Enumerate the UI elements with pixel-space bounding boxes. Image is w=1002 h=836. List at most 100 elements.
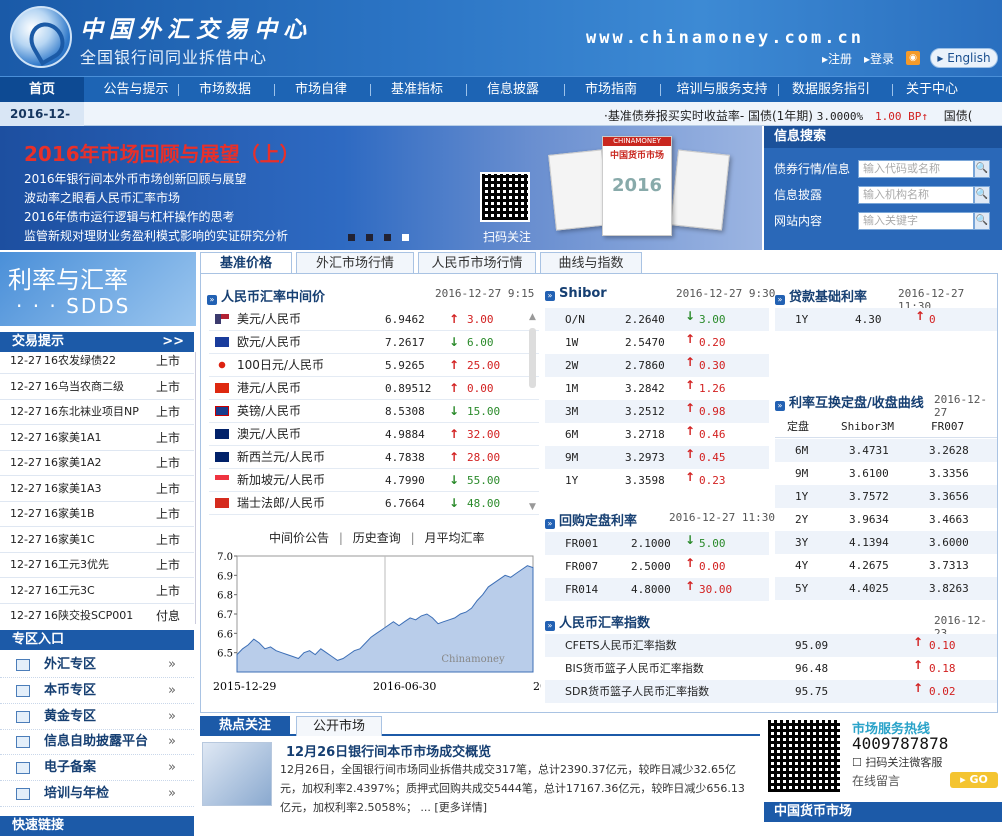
- fx-row[interactable]: 欧元/人民币 7.2617 ↓ 6.00: [209, 331, 539, 354]
- trade-name[interactable]: 16家美1B: [44, 501, 95, 526]
- tab-hot[interactable]: 热点关注: [200, 716, 290, 736]
- nav-self-regulation[interactable]: 市场自律: [286, 77, 356, 103]
- sdds-subtitle[interactable]: · · · SDDS: [16, 294, 130, 318]
- loan-row[interactable]: 1Y 4.30 ↑ 0: [775, 308, 997, 331]
- nav-home[interactable]: 首页: [0, 77, 84, 103]
- promo-banner[interactable]: 2016年市场回顾与展望（上） 2016年银行间本外币市场创新回顾与展望 波动率…: [0, 126, 762, 250]
- trade-more-link[interactable]: >>: [162, 332, 184, 352]
- fx-pair[interactable]: 澳元/人民币: [237, 423, 301, 446]
- tab-curves[interactable]: 曲线与指数: [540, 252, 642, 274]
- swap-table[interactable]: 定盘 Shibor3M FR007 6M 3.4731 3.2628 9M 3.6100 3.3…: [775, 415, 997, 605]
- rmbidx-row[interactable]: BIS货币篮子人民币汇率指数 96.48 ↑ 0.18: [545, 657, 997, 680]
- zone-label[interactable]: 黄金专区: [44, 704, 96, 730]
- pager-dot[interactable]: [366, 234, 373, 241]
- zone-label[interactable]: 信息自助披露平台: [44, 729, 148, 755]
- fx-scrollbar[interactable]: ▲ ▼: [529, 312, 537, 512]
- nav-disclosure[interactable]: 信息披露: [478, 77, 548, 103]
- fx-pair[interactable]: 100日元/人民币: [237, 354, 324, 377]
- news-headline[interactable]: 12月26日银行间本币市场成交概览: [286, 741, 491, 760]
- fx-pair[interactable]: 新西兰元/人民币: [237, 446, 325, 469]
- zone-arrow-icon[interactable]: »: [168, 729, 176, 755]
- shibor-row[interactable]: O/N 2.2640 ↓ 3.00: [545, 308, 769, 331]
- repo-row[interactable]: FR014 4.8000 ↑ 30.00: [545, 578, 769, 601]
- fx-row[interactable]: 港元/人民币 0.89512 ↑ 0.00: [209, 377, 539, 400]
- trade-row[interactable]: 12-27 16工元3优先 上市: [0, 552, 194, 578]
- rmbidx-list[interactable]: CFETS人民币汇率指数 95.09 ↑ 0.10 BIS货币篮子人民币汇率指数 96.4…: [545, 634, 997, 706]
- fx-row[interactable]: 新加坡元/人民币 4.7990 ↓ 55.00: [209, 469, 539, 492]
- shibor-row[interactable]: 1M 3.2842 ↑ 1.26: [545, 377, 769, 400]
- swap-row[interactable]: 9M 3.6100 3.3356: [775, 462, 997, 485]
- search-icon[interactable]: 🔍: [974, 212, 990, 230]
- shibor-row[interactable]: 1W 2.5470 ↑ 0.20: [545, 331, 769, 354]
- scroll-down-icon[interactable]: ▼: [529, 502, 536, 512]
- zone-item[interactable]: 黄金专区 »: [0, 704, 194, 730]
- fx-link-monthly[interactable]: 月平均汇率: [424, 531, 484, 545]
- news-line[interactable]: 亿元，加权利率2.5058%； ... [更多详情]: [280, 798, 745, 817]
- fx-row[interactable]: 新西兰元/人民币 4.7838 ↑ 28.00: [209, 446, 539, 469]
- trade-row[interactable]: 12-27 16乌当农商二级 上市: [0, 374, 194, 400]
- nav-announcements[interactable]: 公告与提示: [100, 77, 172, 103]
- zone-label[interactable]: 本币专区: [44, 678, 96, 704]
- banner-line[interactable]: 监管新规对理财业务盈利模式影响的实证研究分析: [24, 227, 288, 244]
- trade-name[interactable]: 16工元3优先: [44, 552, 109, 577]
- trade-row[interactable]: 12-27 16工元3C 上市: [0, 578, 194, 604]
- nav-data-service[interactable]: 数据服务指引: [786, 77, 876, 103]
- fx-pair[interactable]: 新加坡元/人民币: [237, 469, 325, 492]
- scroll-up-icon[interactable]: ▲: [529, 312, 536, 322]
- zone-arrow-icon[interactable]: »: [168, 704, 176, 730]
- fx-row[interactable]: 100日元/人民币 5.9265 ↑ 25.00: [209, 354, 539, 377]
- nav-about[interactable]: 关于中心: [900, 77, 964, 103]
- banner-line[interactable]: 波动率之眼看人民币汇率市场: [24, 189, 180, 206]
- fx-pair[interactable]: 欧元/人民币: [237, 331, 301, 354]
- trade-name[interactable]: 16东北袜业项目NP: [44, 399, 139, 424]
- ticker-label[interactable]: ·基准债券报买实时收益率- 国债(1年期): [604, 109, 813, 123]
- pager-dot-active[interactable]: [402, 234, 409, 241]
- fx-pair[interactable]: 美元/人民币: [237, 308, 301, 331]
- fx-chart[interactable]: 7.0 6.9 6.8 6.7 6.6 6.5 2015-12-29 2016-06-30 20…: [207, 552, 541, 692]
- zone-item[interactable]: 本币专区 »: [0, 678, 194, 704]
- trade-name[interactable]: 16乌当农商二级: [44, 374, 124, 399]
- rmbidx-name[interactable]: SDR货币篮子人民币汇率指数: [565, 680, 709, 703]
- news-thumbnail[interactable]: [202, 742, 272, 806]
- banner-title[interactable]: 2016年市场回顾与展望（上）: [24, 138, 300, 167]
- shibor-row[interactable]: 1Y 3.3598 ↑ 0.23: [545, 469, 769, 492]
- tab-fx-market[interactable]: 外汇市场行情: [296, 252, 414, 274]
- tab-open-market[interactable]: 公开市场: [296, 716, 382, 736]
- pager-dot[interactable]: [348, 234, 355, 241]
- trade-name[interactable]: 16农发绿债22: [44, 352, 116, 373]
- fx-pair[interactable]: 英镑/人民币: [237, 400, 301, 423]
- trade-name[interactable]: 16家美1A3: [44, 476, 102, 501]
- trade-name[interactable]: 16家美1A2: [44, 450, 102, 475]
- nav-training[interactable]: 培训与服务支持: [672, 77, 772, 103]
- zone-label[interactable]: 外汇专区: [44, 652, 96, 678]
- ticker[interactable]: ·基准债券报买实时收益率- 国债(1年期) 3.0000% 1.00 BP↑ 国…: [604, 107, 972, 124]
- scroll-thumb[interactable]: [529, 328, 536, 388]
- fx-pair[interactable]: 瑞士法郎/人民币: [237, 492, 325, 515]
- trade-name[interactable]: 16家美1C: [44, 527, 95, 552]
- trade-row[interactable]: 12-27 16家美1A2 上市: [0, 450, 194, 476]
- fx-pair[interactable]: 港元/人民币: [237, 377, 301, 400]
- loan-list[interactable]: 1Y 4.30 ↑ 0: [775, 308, 997, 332]
- trade-row[interactable]: 12-27 16家美1B 上市: [0, 501, 194, 527]
- sdds-title[interactable]: 利率与汇率: [8, 260, 128, 295]
- nav-market-guide[interactable]: 市场指南: [576, 77, 646, 103]
- go-label[interactable]: GO: [969, 773, 987, 786]
- shibor-row[interactable]: 9M 3.2973 ↑ 0.45: [545, 446, 769, 469]
- zone-arrow-icon[interactable]: »: [168, 678, 176, 704]
- shibor-row[interactable]: 3M 3.2512 ↑ 0.98: [545, 400, 769, 423]
- repo-row[interactable]: FR007 2.5000 ↑ 0.00: [545, 555, 769, 578]
- search-input-disclosure[interactable]: 输入机构名称: [858, 186, 974, 204]
- rmbidx-name[interactable]: BIS货币篮子人民币汇率指数: [565, 657, 704, 680]
- shibor-row[interactable]: 6M 3.2718 ↑ 0.46: [545, 423, 769, 446]
- fx-link-announce[interactable]: 中间价公告: [269, 531, 329, 545]
- trade-row[interactable]: 12-27 16家美1A3 上市: [0, 476, 194, 502]
- swap-row[interactable]: 4Y 4.2675 3.7313: [775, 554, 997, 577]
- trade-row[interactable]: 12-27 16农发绿债22 上市: [0, 352, 194, 374]
- rss-icon[interactable]: ◉: [906, 51, 920, 65]
- zone-label[interactable]: 电子备案: [44, 755, 96, 781]
- zone-item[interactable]: 电子备案 »: [0, 755, 194, 782]
- english-label[interactable]: English: [947, 51, 990, 65]
- login-label[interactable]: 登录: [870, 52, 894, 66]
- trade-name[interactable]: 16家美1A1: [44, 425, 102, 450]
- zone-label[interactable]: 培训与年检: [44, 781, 109, 807]
